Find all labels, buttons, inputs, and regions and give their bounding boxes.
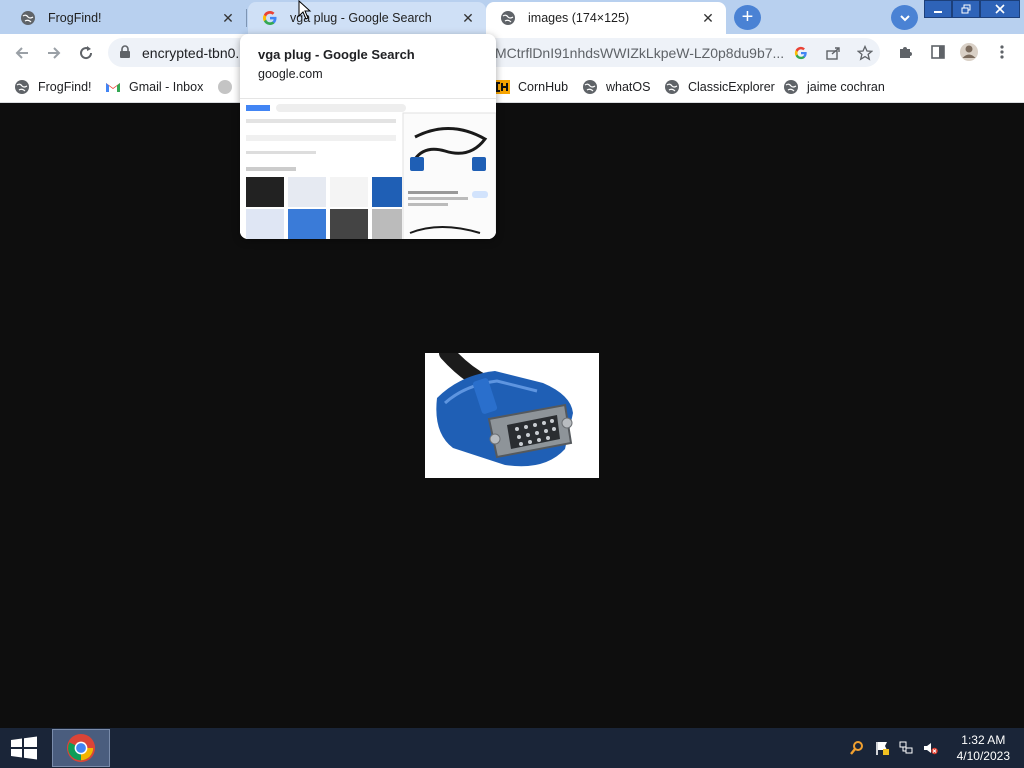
tab-search-button[interactable] <box>891 5 918 30</box>
close-tab-icon[interactable]: ✕ <box>460 10 476 26</box>
volume-muted-icon <box>924 743 938 755</box>
windows-taskbar: 1:32 AM 4/10/2023 <box>0 728 1024 768</box>
bookmark-label: jaime cochran <box>807 80 885 94</box>
profile-button[interactable] <box>959 42 979 62</box>
share-button[interactable] <box>824 44 842 62</box>
tray-volume-icon[interactable] <box>921 739 939 757</box>
close-window-button[interactable] <box>980 0 1020 18</box>
reload-button[interactable] <box>74 41 98 65</box>
tab-title: vga plug - Google Search <box>290 11 432 25</box>
avatar <box>960 43 978 61</box>
page-content <box>0 103 1024 728</box>
clock-time: 1:32 AM <box>961 733 1006 747</box>
mouse-cursor-icon <box>298 0 312 20</box>
bookmark-label: ClassicExplorer <box>688 80 775 94</box>
hover-card-preview <box>240 98 496 239</box>
bookmark-label: FrogFind! <box>38 80 92 94</box>
chrome-icon <box>66 733 96 763</box>
minimize-button[interactable] <box>924 0 952 18</box>
url-text-tail: MCtrflDnI91nhdsWWIZkLkpeW-LZ0p8du9b7... <box>495 45 785 61</box>
restore-icon <box>961 4 971 14</box>
bookmark-star-button[interactable] <box>856 44 874 62</box>
tray-flag-icon[interactable] <box>873 739 891 757</box>
ch-logo-icon <box>494 80 510 94</box>
menu-button[interactable] <box>992 42 1012 62</box>
more-vertical-icon <box>1000 45 1004 59</box>
close-tab-icon[interactable]: ✕ <box>700 10 716 26</box>
globe-icon <box>21 11 35 25</box>
network-icon <box>899 741 913 754</box>
hover-card-domain: google.com <box>258 67 323 81</box>
window-controls <box>924 0 1020 18</box>
chevron-down-icon <box>899 14 910 21</box>
close-icon <box>995 4 1005 14</box>
tray-search-icon[interactable] <box>848 739 866 757</box>
arrow-right-icon <box>48 47 61 59</box>
arrow-left-icon <box>15 47 28 59</box>
bookmarks-bar: FrogFind! Gmail - Inbox CornHub whatOS C… <box>0 71 1024 103</box>
bookmark-gmail[interactable]: Gmail - Inbox <box>105 77 203 97</box>
globe-icon <box>784 80 798 94</box>
globe-icon <box>665 80 679 94</box>
tab-separator <box>246 9 247 27</box>
minimize-icon <box>934 11 942 13</box>
browser-toolbar: encrypted-tbn0. MCtrflDnI91nhdsWWIZkLkpe… <box>0 34 1024 71</box>
side-panel-button[interactable] <box>928 42 948 62</box>
gmail-icon <box>106 83 120 92</box>
taskbar-clock[interactable]: 1:32 AM 4/10/2023 <box>957 732 1010 764</box>
search-results-thumbnail <box>240 99 496 239</box>
puzzle-icon <box>900 47 912 58</box>
clock-date: 4/10/2023 <box>956 749 1010 763</box>
bookmark-label: Gmail - Inbox <box>129 80 204 94</box>
globe-icon <box>501 11 515 25</box>
new-tab-button[interactable]: + <box>734 5 761 30</box>
bookmark-hidden[interactable] <box>217 77 241 97</box>
extensions-button[interactable] <box>896 42 916 62</box>
google-g-icon <box>794 46 807 60</box>
globe-icon <box>583 80 597 94</box>
bookmark-whatos[interactable]: whatOS <box>582 77 650 97</box>
tab-title: FrogFind! <box>48 11 102 25</box>
magnifier-icon <box>850 741 863 755</box>
lock-icon[interactable] <box>118 45 132 59</box>
share-icon <box>826 47 840 60</box>
vga-plug-illustration <box>425 345 599 478</box>
taskbar-chrome[interactable] <box>52 729 110 767</box>
bookmark-classicexplorer[interactable]: ClassicExplorer <box>664 77 775 97</box>
star-icon <box>857 45 873 61</box>
reload-icon <box>80 46 93 60</box>
bookmark-cornhub[interactable]: CornHub <box>494 77 568 97</box>
tray-network-icon[interactable] <box>897 739 915 757</box>
tab-google-search[interactable]: vga plug - Google Search ✕ <box>248 2 486 34</box>
action-center-flag-icon <box>876 742 889 755</box>
bookmark-jaime-cochran[interactable]: jaime cochran <box>783 77 885 97</box>
tab-images-active[interactable]: images (174×125) ✕ <box>486 2 726 34</box>
google-lens-button[interactable] <box>792 44 810 62</box>
forward-button[interactable] <box>42 41 66 65</box>
url-text: encrypted-tbn0. <box>142 45 240 61</box>
start-button[interactable] <box>8 734 40 762</box>
side-panel-icon <box>931 45 945 59</box>
hover-card-title: vga plug - Google Search <box>258 47 415 62</box>
back-button[interactable] <box>10 41 34 65</box>
tab-frogfind[interactable]: FrogFind! ✕ <box>6 2 246 34</box>
bookmark-frogfind[interactable]: FrogFind! <box>14 77 92 97</box>
tab-strip: FrogFind! ✕ vga plug - Google Search ✕ i… <box>0 0 1024 34</box>
vga-plug-image[interactable] <box>425 345 599 478</box>
globe-icon <box>15 80 29 94</box>
google-icon <box>263 11 277 25</box>
close-tab-icon[interactable]: ✕ <box>220 10 236 26</box>
restore-button[interactable] <box>952 0 980 18</box>
windows-logo-icon <box>11 736 37 760</box>
github-icon <box>218 80 232 94</box>
tab-title: images (174×125) <box>528 11 630 25</box>
bookmark-label: CornHub <box>518 80 569 94</box>
bookmark-label: whatOS <box>606 80 651 94</box>
tab-hover-card: vga plug - Google Search google.com <box>240 34 496 239</box>
